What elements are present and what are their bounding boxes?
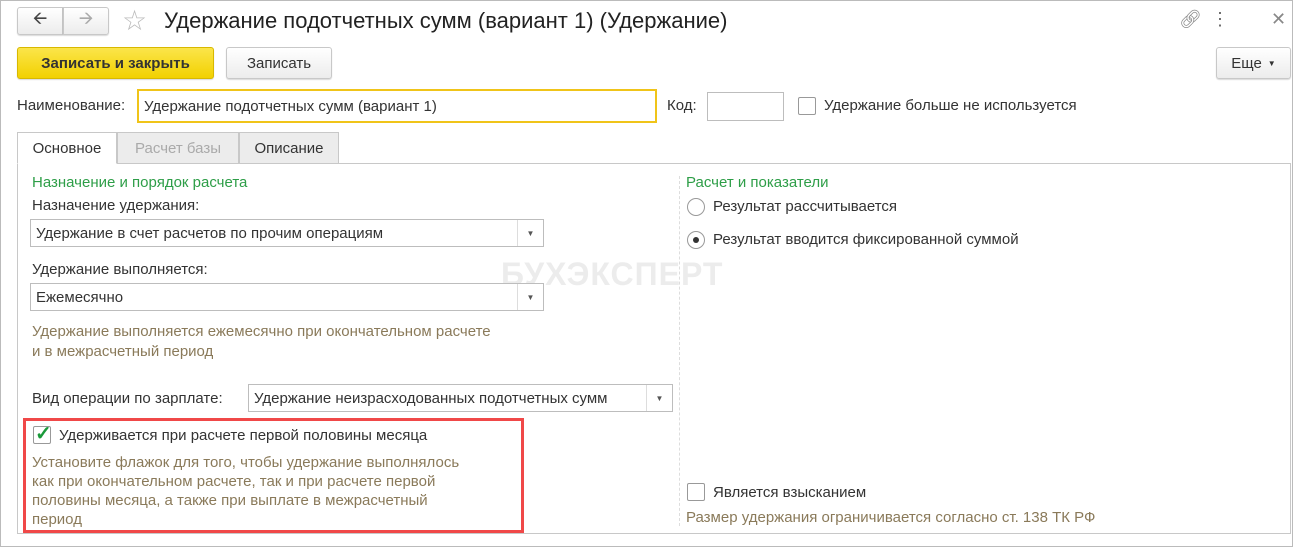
purpose-value: Удержание в счет расчетов по прочим опер… [36,224,384,242]
operation-select[interactable]: Удержание неизрасходованных подотчетных … [248,384,673,412]
save-and-close-button[interactable]: Записать и закрыть [17,47,214,79]
exec-value: Ежемесячно [36,288,124,306]
exec-label: Удержание выполняется: [32,261,208,278]
forward-button[interactable]: 🡪 [63,7,109,35]
purpose-label: Назначение удержания: [32,197,200,214]
purpose-select[interactable]: Удержание в счет расчетов по прочим опер… [30,219,544,247]
star-icon[interactable]: ☆ [122,4,147,37]
close-icon[interactable]: ✕ [1271,9,1286,30]
recovery-hint: Размер удержания ограничивается согласно… [686,509,1096,526]
recovery-checkbox[interactable] [687,483,705,501]
name-input[interactable]: Удержание подотчетных сумм (вариант 1) [137,89,657,123]
more-vert-icon[interactable]: ⋮ [1211,9,1229,30]
name-value: Удержание подотчетных сумм (вариант 1) [144,97,437,115]
first-half-hint-2: как при окончательном расчете, так и при… [32,473,436,490]
radio-fixed[interactable] [687,231,705,249]
radio-calculated-label: Результат рассчитывается [713,198,898,215]
column-divider [679,176,680,526]
window-title: Удержание подотчетных сумм (вариант 1) (… [164,8,728,33]
code-input[interactable] [707,92,784,121]
first-half-hint-1: Установите флажок для того, чтобы удержа… [32,454,460,471]
right-section-title: Расчет и показатели [686,174,829,191]
radio-fixed-label: Результат вводится фиксированной суммой [713,231,1019,248]
radio-calculated[interactable] [687,198,705,216]
more-button[interactable]: Еще ▼ [1216,47,1291,79]
first-half-label: Удерживается при расчете первой половины… [59,427,428,444]
code-label: Код: [667,97,697,114]
arrow-left-icon: 🡨 [32,8,48,28]
first-half-hint-4: период [32,511,82,528]
exec-hint-1: Удержание выполняется ежемесячно при око… [32,323,491,340]
operation-value: Удержание неизрасходованных подотчетных … [254,389,608,407]
link-icon[interactable]: 🔗︎ [1179,9,1202,30]
checkmark-icon: ✓ [35,423,52,445]
recovery-label: Является взысканием [713,484,867,501]
back-button[interactable]: 🡨 [17,7,63,35]
dropdown-icon[interactable]: ▼ [646,385,672,411]
tab-description[interactable]: Описание [239,132,339,164]
radio-dot [693,237,699,243]
unused-checkbox[interactable] [798,97,816,115]
operation-label: Вид операции по зарплате: [32,390,223,407]
name-label: Наименование: [17,97,126,114]
left-section-title: Назначение и порядок расчета [32,174,248,191]
arrow-right-icon: 🡪 [78,8,94,28]
chevron-down-icon: ▼ [1267,58,1276,68]
dropdown-icon[interactable]: ▼ [517,284,543,310]
tab-main[interactable]: Основное [17,132,117,164]
first-half-hint-3: половины месяца, а также при выплате в м… [32,492,428,509]
save-button[interactable]: Записать [226,47,332,79]
exec-select[interactable]: Ежемесячно ▼ [30,283,544,311]
exec-hint-2: и в межрасчетный период [32,343,214,360]
more-label: Еще [1231,54,1262,72]
first-half-checkbox[interactable]: ✓ [33,423,52,445]
tab-base[interactable]: Расчет базы [117,132,239,164]
unused-label: Удержание больше не используется [824,97,1077,114]
dropdown-icon[interactable]: ▼ [517,220,543,246]
